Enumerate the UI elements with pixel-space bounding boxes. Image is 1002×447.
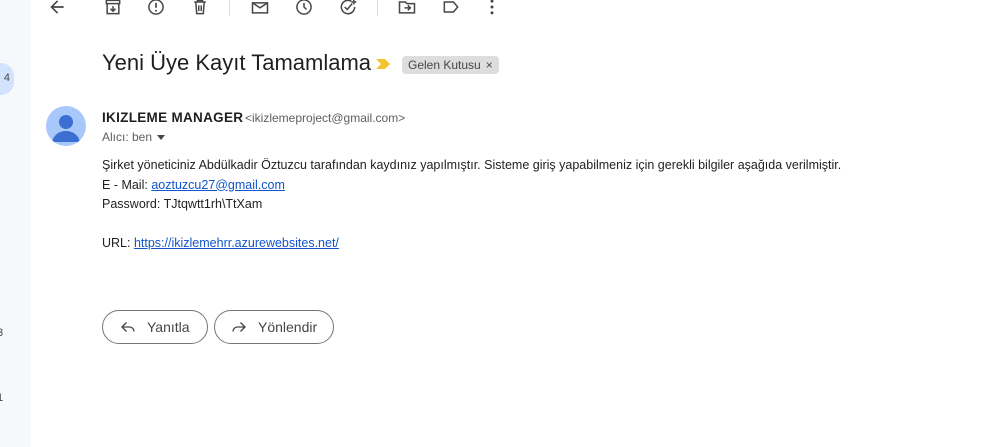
nav-badge-count: 4	[3, 72, 10, 84]
remove-label-icon[interactable]: ×	[486, 58, 493, 72]
body-line-password: Password: TJtqwtt1rh\TtXam	[102, 197, 263, 211]
forward-button[interactable]: Yönlendir	[214, 310, 335, 344]
url-link[interactable]: https://ikizlemehrr.azurewebsites.net/	[134, 236, 339, 250]
email-view: Yeni Üye Kayıt Tamamlama Gelen Kutusu × …	[31, 0, 1002, 447]
email-label: E - Mail:	[102, 177, 152, 192]
forward-icon	[232, 322, 246, 332]
mark-unread-icon	[251, 2, 269, 14]
add-to-tasks-icon	[340, 0, 357, 15]
nav-item-badge[interactable]: 4	[0, 63, 14, 95]
nav-count: 1	[0, 392, 4, 404]
delete-icon	[194, 0, 206, 15]
chevron-down-icon[interactable]	[157, 134, 166, 140]
toolbar-divider	[377, 0, 378, 16]
reply-label: Yanıtla	[147, 319, 190, 335]
email-subject: Yeni Üye Kayıt Tamamlama	[102, 50, 372, 75]
left-nav-strip: 4 3 1	[0, 0, 31, 447]
label-chip-inbox: Gelen Kutusu ×	[402, 56, 499, 74]
back-button[interactable]	[46, 0, 68, 18]
body-line: Şirket yöneticiniz Abdülkadir Öztuzcu ta…	[102, 158, 842, 172]
add-to-tasks-button[interactable]	[337, 0, 359, 18]
delete-button[interactable]	[189, 0, 211, 18]
recipient-details[interactable]: Alıcı: ben	[102, 130, 166, 144]
label-button[interactable]	[440, 0, 462, 18]
archive-icon	[105, 0, 121, 15]
more-icon	[490, 0, 494, 15]
body-line-url: URL: https://ikizlemehrr.azurewebsites.n…	[102, 234, 841, 254]
move-to-button[interactable]	[396, 0, 418, 18]
label-chip-text[interactable]: Gelen Kutusu	[408, 58, 481, 72]
move-to-icon	[398, 1, 416, 14]
back-arrow-icon	[50, 0, 64, 14]
sender-email: <ikizlemeproject@gmail.com>	[245, 111, 406, 125]
more-button[interactable]	[481, 0, 503, 18]
forward-label: Yönlendir	[258, 319, 318, 335]
person-icon	[52, 115, 80, 142]
mark-unread-button[interactable]	[249, 0, 271, 18]
nav-count: 3	[0, 327, 4, 339]
snooze-icon	[296, 0, 312, 15]
reply-button[interactable]: Yanıtla	[102, 310, 208, 344]
sender-avatar[interactable]	[46, 106, 86, 146]
url-label: URL:	[102, 236, 134, 250]
email-link[interactable]: aoztuzcu27@gmail.com	[151, 178, 285, 192]
snooze-button[interactable]	[293, 0, 315, 18]
label-icon	[443, 1, 459, 13]
recipient-text: Alıcı: ben	[102, 130, 153, 144]
reply-icon	[121, 322, 135, 332]
body-line-email: E - Mail: aoztuzcu27@gmail.com	[102, 176, 841, 196]
toolbar-divider	[229, 0, 230, 16]
archive-button[interactable]	[102, 0, 124, 18]
email-body: Şirket yöneticiniz Abdülkadir Öztuzcu ta…	[102, 156, 841, 254]
sender-name: IKIZLEME MANAGER	[102, 110, 244, 125]
report-spam-icon	[148, 0, 164, 15]
report-spam-button[interactable]	[145, 0, 167, 18]
important-marker-icon[interactable]	[375, 57, 391, 71]
